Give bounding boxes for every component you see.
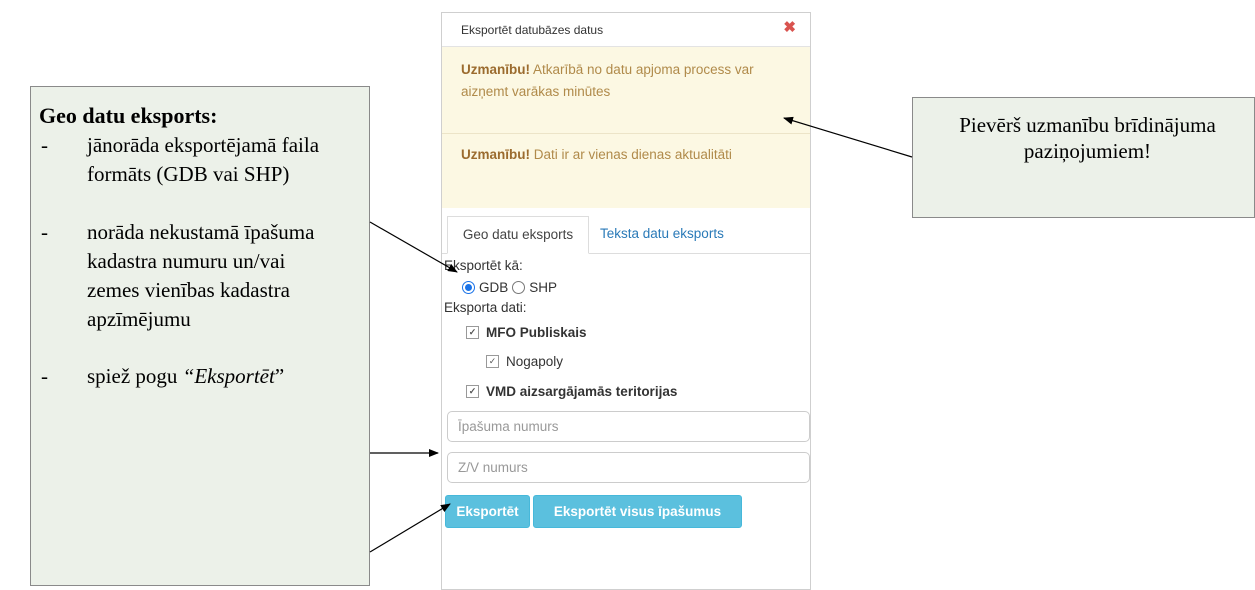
dialog-title: Eksportēt datubāzes datus [461, 23, 604, 37]
export-as-label: Eksportēt kā: [444, 258, 523, 273]
warning-alert-freshness: Uzmanību! Dati ir ar vienas dienas aktua… [442, 134, 810, 208]
arrow-to-export-button [369, 503, 451, 553]
step-dash: - [41, 364, 48, 388]
dialog-header: Eksportēt datubāzes datus ✖ [442, 13, 810, 47]
callout-text: Pievērš uzmanību brīdinājuma paziņojumie… [959, 113, 1216, 163]
step-text: jānorāda eksportējamā faila formāts (GDB… [87, 133, 320, 186]
alert-text: Dati ir ar vienas dienas aktualitāti [530, 147, 732, 162]
tab-text-export[interactable]: Teksta datu eksports [600, 216, 724, 252]
left-annotation-callout: Geo datu eksports: - jānorāda eksportēja… [30, 86, 370, 586]
export-button[interactable]: Eksportēt [445, 495, 530, 528]
step-dash: - [41, 220, 48, 244]
tab-geo-export[interactable]: Geo datu eksports [447, 216, 589, 254]
layer-label[interactable]: Nogapoly [506, 354, 563, 369]
format-radio-group: GDB SHP [444, 276, 810, 298]
layer-checkbox[interactable]: ✓ [486, 354, 499, 368]
gdb-radio-label[interactable]: GDB [479, 280, 508, 295]
layer-checkbox[interactable]: ✓ [466, 325, 479, 339]
warning-alert-duration: Uzmanību! Atkarībā no datu apjoma proces… [442, 47, 810, 134]
land-unit-number-input[interactable] [447, 452, 810, 483]
export-data-label: Eksporta dati: [444, 300, 527, 315]
shp-radio-label[interactable]: SHP [529, 280, 557, 295]
alert-strong: Uzmanību! [461, 147, 530, 162]
layer-row-nogapoly: ✓ Nogapoly [444, 346, 810, 376]
callout-step-2: - norāda nekustamā īpašuma kadastra numu… [39, 218, 359, 334]
step-dash: - [41, 133, 48, 157]
export-all-button[interactable]: Eksportēt visus īpašumus [533, 495, 742, 528]
export-dialog: Eksportēt datubāzes datus ✖ Uzmanību! At… [441, 12, 811, 590]
step-text-emphasis: “Eksportēt [182, 364, 275, 388]
callout-step-3: - spiež pogu “Eksportēt” [39, 362, 359, 391]
property-number-input[interactable] [447, 411, 810, 442]
shp-radio[interactable] [512, 280, 526, 294]
layer-label[interactable]: MFO Publiskais [486, 325, 587, 340]
layer-row-vmd: ✓ VMD aizsargājamās teritorijas [444, 376, 810, 406]
step-text-post: ” [274, 364, 285, 388]
callout-step-1: - jānorāda eksportējamā faila formāts (G… [39, 131, 359, 189]
gdb-radio[interactable] [462, 280, 475, 294]
layer-row-mfo: ✓ MFO Publiskais [444, 318, 810, 346]
step-text: norāda nekustamā īpašuma kadastra numuru… [87, 220, 315, 331]
alert-strong: Uzmanību! [461, 62, 530, 77]
layer-label[interactable]: VMD aizsargājamās teritorijas [486, 384, 677, 399]
geo-export-form: Eksportēt kā: GDB SHP Eksporta dati: ✓ M… [442, 256, 810, 483]
export-tabs: Geo datu eksports Teksta datu eksports [442, 216, 810, 254]
callout-title: Geo datu eksports: [39, 103, 218, 128]
close-icon[interactable]: ✖ [783, 18, 796, 36]
step-text-pre: spiež pogu [87, 364, 183, 388]
callout-steps-list: - jānorāda eksportējamā faila formāts (G… [39, 131, 359, 391]
layer-checkbox[interactable]: ✓ [466, 384, 479, 398]
right-annotation-callout: Pievērš uzmanību brīdinājuma paziņojumie… [912, 97, 1255, 218]
